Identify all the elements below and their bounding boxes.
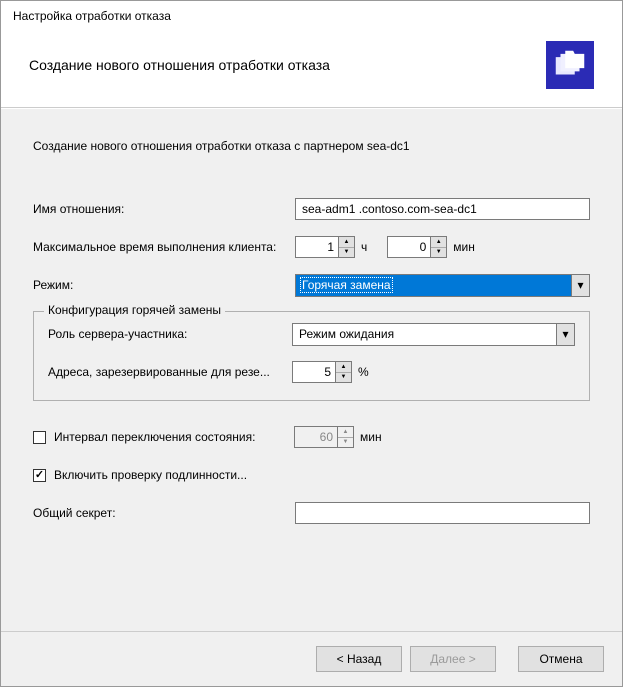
secret-label: Общий секрет:: [33, 506, 295, 520]
interval-label[interactable]: Интервал переключения состояния:: [54, 430, 294, 444]
role-label: Роль сервера-участника:: [48, 327, 292, 341]
folders-icon: [546, 41, 594, 89]
hot-standby-legend: Конфигурация горячей замены: [44, 303, 225, 317]
reserved-label: Адреса, зарезервированные для резе...: [48, 365, 292, 379]
relation-name-input[interactable]: [295, 198, 590, 220]
page-title: Создание нового отношения отработки отка…: [29, 57, 330, 73]
reserved-unit: %: [358, 365, 369, 379]
role-select[interactable]: Режим ожидания ▾: [292, 323, 575, 346]
header-banner: Создание нового отношения отработки отка…: [1, 27, 622, 108]
mode-label: Режим:: [33, 278, 295, 292]
window-title: Настройка отработки отказа: [1, 1, 622, 27]
interval-input: [294, 426, 338, 448]
role-value: Режим ожидания: [299, 327, 394, 341]
minutes-up-button[interactable]: ▲: [431, 237, 446, 248]
reserved-down-button[interactable]: ▼: [336, 373, 351, 383]
back-button[interactable]: < Назад: [316, 646, 402, 672]
minutes-input[interactable]: [387, 236, 431, 258]
content-area: Создание нового отношения отработки отка…: [1, 108, 622, 631]
reserved-up-button[interactable]: ▲: [336, 362, 351, 373]
hours-input[interactable]: [295, 236, 339, 258]
minutes-down-button[interactable]: ▼: [431, 248, 446, 258]
chevron-down-icon: ▾: [571, 275, 589, 296]
relation-name-label: Имя отношения:: [33, 202, 295, 216]
hours-up-button[interactable]: ▲: [339, 237, 354, 248]
minutes-unit: мин: [453, 240, 475, 254]
max-client-time-label: Максимальное время выполнения клиента:: [33, 240, 295, 254]
intro-text: Создание нового отношения отработки отка…: [33, 139, 590, 153]
next-button: Далее >: [410, 646, 496, 672]
button-bar: < Назад Далее > Отмена: [1, 631, 622, 686]
interval-down-button: ▼: [338, 438, 353, 448]
auth-checkbox[interactable]: [33, 469, 46, 482]
mode-select[interactable]: Горячая замена ▾: [295, 274, 590, 297]
hot-standby-group: Конфигурация горячей замены Роль сервера…: [33, 311, 590, 401]
interval-up-button: ▲: [338, 427, 353, 438]
hours-down-button[interactable]: ▼: [339, 248, 354, 258]
mode-value: Горячая замена: [300, 277, 393, 293]
reserved-input[interactable]: [292, 361, 336, 383]
secret-input[interactable]: [295, 502, 590, 524]
chevron-down-icon: ▾: [556, 324, 574, 345]
hours-unit: ч: [361, 240, 367, 254]
wizard-window: Настройка отработки отказа Создание ново…: [0, 0, 623, 687]
cancel-button[interactable]: Отмена: [518, 646, 604, 672]
auth-label[interactable]: Включить проверку подлинности...: [54, 468, 294, 482]
interval-checkbox[interactable]: [33, 431, 46, 444]
interval-unit: мин: [360, 430, 382, 444]
